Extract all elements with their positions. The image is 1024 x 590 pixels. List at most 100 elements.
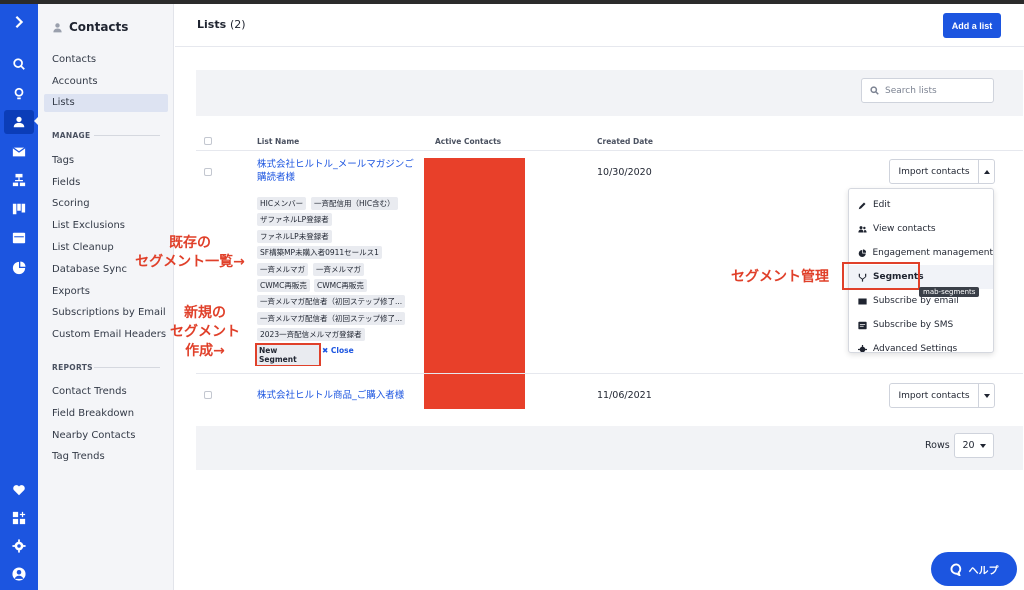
segment-tag[interactable]: CWMC再販売: [314, 279, 367, 292]
sidebar-item-contact-trends[interactable]: Contact Trends: [44, 383, 168, 401]
segment-tag[interactable]: CWMC再販売: [257, 279, 310, 292]
contacts-icon[interactable]: [4, 110, 34, 134]
annotation-existing-segments: 既存の セグメント一覧→: [120, 234, 260, 272]
chevron-down-icon: [979, 443, 986, 448]
column-header-active-contacts[interactable]: Active Contacts: [435, 137, 501, 146]
segment-tag[interactable]: 一斉メルマガ配信者（初回ステップ修了...: [257, 312, 406, 325]
new-segment-button[interactable]: New Segment: [255, 343, 321, 366]
envelope-icon: [858, 298, 867, 304]
row-checkbox[interactable]: [204, 168, 212, 176]
segment-tag[interactable]: SF構築MP未購入者0911セールス1: [257, 246, 382, 259]
segment-tag[interactable]: 一斉メルマガ配信者（初回ステップ修了...: [257, 295, 406, 308]
sidebar-item-exports[interactable]: Exports: [44, 283, 168, 301]
main-content: Lists (2) Add a list Search lists List N…: [135, 4, 1024, 590]
sidebar-item-tags[interactable]: Tags: [44, 152, 168, 170]
sidebar-item-contacts[interactable]: Contacts: [44, 51, 168, 69]
row-actions-toggle[interactable]: [978, 159, 995, 184]
column-header-created-date[interactable]: Created Date: [597, 137, 653, 146]
segment-tag[interactable]: 一斉メルマガ: [257, 263, 308, 276]
row-checkbox[interactable]: [204, 391, 212, 399]
logo-icon[interactable]: [4, 10, 34, 34]
lightbulb-icon[interactable]: [4, 82, 34, 106]
email-icon[interactable]: [4, 140, 34, 164]
chat-bubble-icon: [950, 562, 961, 576]
search-input[interactable]: Search lists: [861, 78, 994, 103]
segment-tag[interactable]: HICメンバー: [257, 197, 307, 210]
segments-tooltip: mab-segments: [919, 287, 980, 297]
list-name-link[interactable]: 株式会社ヒルトル商品_ご購入者様: [257, 389, 427, 402]
sidebar-item-accounts[interactable]: Accounts: [44, 73, 168, 91]
annotation-text: 既存の: [169, 235, 211, 251]
annotation-text: 新規の: [184, 305, 226, 321]
new-segment-label: New Segment: [257, 344, 319, 365]
avatar-icon[interactable]: [4, 562, 34, 586]
pagination-bar: [196, 426, 1023, 470]
sidebar-item-fields[interactable]: Fields: [44, 174, 168, 192]
redacted-active-contacts: [424, 158, 525, 380]
menu-item-advanced-settings[interactable]: Advanced Settings: [849, 337, 993, 353]
list-count: (2): [229, 18, 246, 31]
menu-item-label: Subscribe by email: [873, 296, 959, 306]
contacts-header-icon: [53, 22, 62, 32]
sidebar-item-list-exclusions[interactable]: List Exclusions: [44, 217, 168, 235]
automation-icon[interactable]: [4, 168, 34, 192]
users-icon: [858, 225, 867, 232]
menu-item-view-contacts[interactable]: View contacts: [849, 217, 993, 241]
pie-chart-icon: [858, 248, 867, 257]
segment-tag[interactable]: 2023一斉配信メルマガ登録者: [257, 328, 365, 341]
contacts-sidenav: Contacts Contacts Accounts Lists MANAGE …: [38, 4, 174, 590]
close-segments-link[interactable]: ✖ Close: [322, 346, 354, 355]
column-header-list-name[interactable]: List Name: [257, 137, 299, 146]
select-all-checkbox[interactable]: [204, 137, 212, 145]
segment-tag[interactable]: 一斉配信用（HIC含む）: [311, 197, 398, 210]
rows-label: Rows: [925, 440, 950, 451]
import-contacts-button[interactable]: Import contacts: [889, 383, 979, 408]
help-label: ヘルプ: [968, 565, 999, 577]
icon-rail: [0, 4, 38, 590]
menu-item-label: Advanced Settings: [873, 344, 958, 353]
sidebar-item-field-breakdown[interactable]: Field Breakdown: [44, 405, 168, 423]
annotation-new-segment: 新規の セグメント 作成→: [150, 304, 260, 361]
segment-tag[interactable]: ザファネルLP登録者: [257, 213, 332, 226]
sidenav-header: Contacts: [52, 20, 128, 34]
sidebar-item-tag-trends[interactable]: Tag Trends: [44, 448, 168, 466]
reports-icon[interactable]: [4, 256, 34, 280]
site-icon[interactable]: [4, 226, 34, 250]
sidebar-item-scoring[interactable]: Scoring: [44, 195, 168, 213]
menu-item-label: View contacts: [873, 224, 936, 234]
search-icon[interactable]: [4, 52, 34, 76]
list-name-link[interactable]: 株式会社ヒルトル_メールマガジンご購読者様: [257, 158, 417, 184]
menu-item-label: Subscribe by SMS: [873, 320, 954, 330]
close-label: Close: [330, 346, 354, 355]
menu-item-label: Edit: [873, 200, 891, 210]
rows-per-page-select[interactable]: 20: [954, 433, 994, 458]
table-divider: [196, 373, 1023, 374]
section-divider: [94, 367, 160, 368]
import-contacts-button[interactable]: Import contacts: [889, 159, 979, 184]
row-actions-toggle[interactable]: [978, 383, 995, 408]
segment-tag[interactable]: 一斉メルマガ: [313, 263, 364, 276]
pencil-icon: [858, 202, 866, 209]
heart-icon[interactable]: [4, 478, 34, 502]
sidebar-item-nearby-contacts[interactable]: Nearby Contacts: [44, 427, 168, 445]
annotation-segment-management: セグメント管理: [731, 269, 829, 285]
segment-tag[interactable]: ファネルLP未登録者: [257, 230, 332, 243]
sms-icon: [858, 321, 867, 329]
help-button[interactable]: ヘルプ: [931, 552, 1017, 586]
chevron-down-icon: [983, 393, 990, 398]
menu-item-subscribe-by-sms[interactable]: Subscribe by SMS: [849, 313, 993, 337]
redacted-active-contacts: [424, 380, 525, 409]
rows-value: 20: [962, 440, 975, 451]
section-divider: [94, 135, 160, 136]
apps-icon[interactable]: [4, 506, 34, 530]
gear-icon: [858, 344, 867, 352]
menu-item-edit[interactable]: Edit: [849, 193, 993, 217]
pipeline-icon[interactable]: [4, 197, 34, 221]
sidebar-item-lists[interactable]: Lists: [44, 94, 168, 112]
page-title-text: Lists: [197, 18, 227, 31]
sidenav-title: Contacts: [69, 20, 129, 34]
search-placeholder: Search lists: [885, 85, 937, 96]
add-list-button[interactable]: Add a list: [943, 13, 1001, 38]
settings-icon[interactable]: [4, 534, 34, 558]
annotation-text: 作成→: [185, 343, 225, 359]
